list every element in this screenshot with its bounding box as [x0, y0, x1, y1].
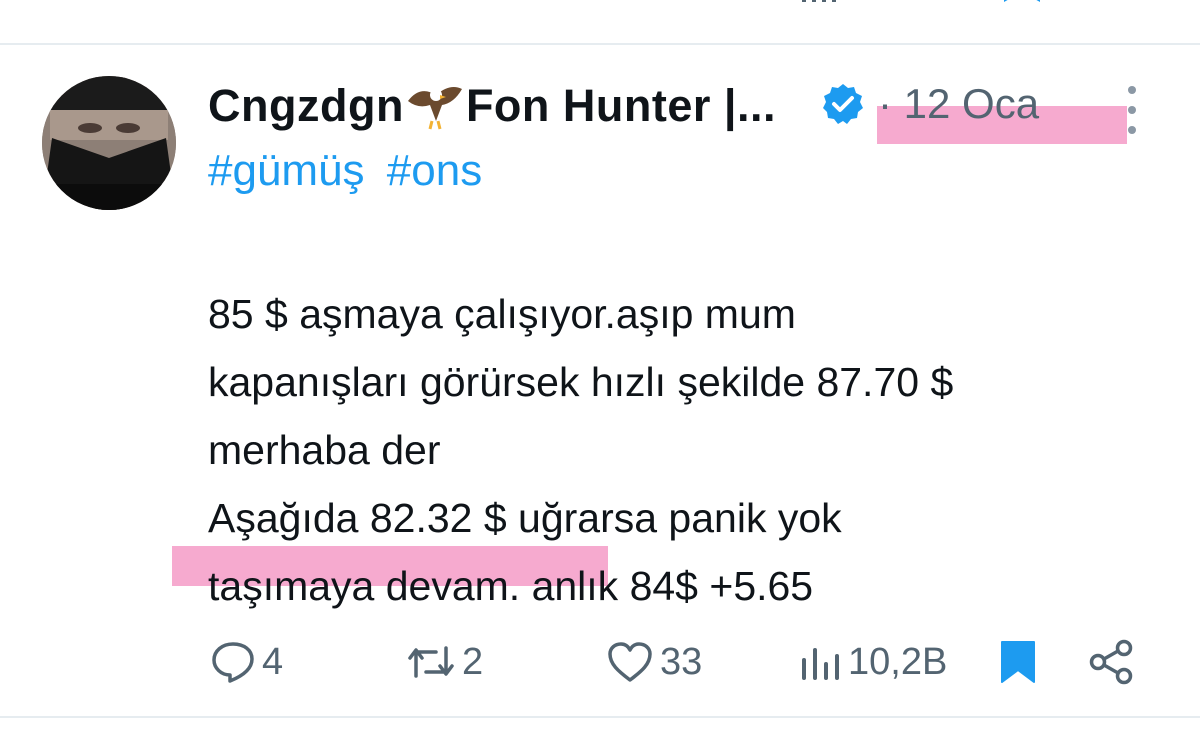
display-name-part1[interactable]: Cngzdgn — [208, 80, 404, 132]
hashtag-link[interactable]: #gümüş — [208, 146, 365, 195]
tweet-text-line: Aşağıda 82.32 $ uğrarsa panik yok — [208, 495, 842, 541]
tweet-text-line: merhaba der — [208, 427, 441, 473]
retweet-icon[interactable] — [410, 0, 470, 8]
bookmark-icon[interactable] — [1002, 0, 1042, 8]
bookmark-icon — [998, 638, 1038, 686]
tweet-text-line: taşımaya devam. anlık 84$ +5.65 — [208, 563, 814, 609]
previous-tweet-actions — [0, 0, 1200, 8]
views-icon — [798, 642, 842, 682]
tweet-text-line: kapanışları görürsek hızlı şekilde 87.70… — [208, 359, 954, 405]
timestamp[interactable]: · 12 Oca — [878, 80, 1039, 128]
like-count: 33 — [660, 640, 703, 683]
share-button[interactable] — [1088, 632, 1136, 692]
retweet-icon — [406, 642, 456, 682]
reply-icon[interactable] — [220, 0, 260, 8]
reply-icon — [210, 639, 256, 685]
retweet-button[interactable]: 2 — [406, 632, 483, 692]
heart-icon — [606, 640, 654, 684]
divider — [0, 43, 1200, 45]
views-count: 10,2B — [848, 640, 948, 683]
tweet-text: 85 $ aşmaya çalışıyor.aşıp mum kapanışla… — [208, 280, 953, 620]
eagle-icon — [406, 81, 464, 131]
like-button[interactable]: 33 — [606, 632, 702, 692]
share-icon — [1088, 638, 1136, 686]
reply-button[interactable]: 4 — [210, 632, 283, 692]
tweet-actions: 4 2 33 10,2B — [0, 632, 1200, 692]
bookmark-button[interactable] — [998, 632, 1038, 692]
views-icon[interactable] — [800, 0, 940, 8]
hashtags: #gümüş #ons — [208, 146, 492, 196]
author-name[interactable]: Cngzdgn Fon Hunter |... — [208, 78, 776, 134]
verified-badge-icon — [822, 83, 864, 125]
retweet-count: 2 — [462, 640, 484, 683]
views-button[interactable]: 10,2B — [798, 632, 947, 692]
display-name-part2[interactable]: Fon Hunter |... — [466, 80, 776, 132]
divider — [0, 716, 1200, 718]
hashtag-link[interactable]: #ons — [387, 146, 482, 195]
more-options-icon[interactable] — [1122, 84, 1142, 138]
reply-count: 4 — [262, 640, 284, 683]
like-icon[interactable] — [620, 0, 680, 8]
tweet-text-line: 85 $ aşmaya çalışıyor.aşıp mum — [208, 291, 796, 337]
share-icon[interactable] — [1092, 0, 1132, 8]
avatar[interactable] — [42, 76, 176, 210]
